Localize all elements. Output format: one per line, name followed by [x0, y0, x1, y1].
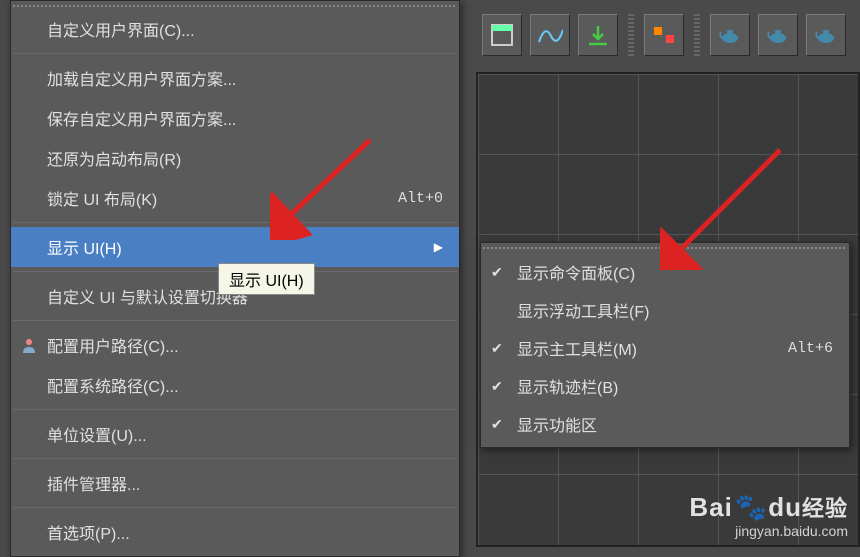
menu-separator — [13, 507, 457, 508]
sub-main-toolbar[interactable]: ✔ 显示主工具栏(M) Alt+6 — [481, 329, 849, 367]
menu-separator — [13, 320, 457, 321]
sub-command-panel[interactable]: ✔ 显示命令面板(C) — [481, 253, 849, 291]
top-toolbar — [476, 8, 852, 62]
menu-units[interactable]: 单位设置(U)... — [11, 414, 459, 454]
menu-label: 插件管理器... — [47, 471, 140, 495]
sub-label: 显示功能区 — [517, 412, 597, 436]
menu-preferences[interactable]: 首选项(P)... — [11, 512, 459, 552]
menu-load-scheme[interactable]: 加载自定义用户界面方案... — [11, 58, 459, 98]
brand-cn: 经验 — [802, 496, 848, 521]
paw-icon: 🐾 — [735, 492, 768, 523]
menu-separator — [13, 53, 457, 54]
check-icon: ✔ — [491, 416, 507, 432]
menu-system-paths[interactable]: 配置系统路径(C)... — [11, 365, 459, 405]
menu-label: 锁定 UI 布局(K) — [47, 186, 157, 210]
sub-label: 显示轨迹栏(B) — [517, 374, 618, 398]
submenu-arrow-icon: ▶ — [434, 240, 443, 254]
menu-label: 自定义用户界面(C)... — [47, 17, 195, 41]
menu-label: 还原为启动布局(R) — [47, 146, 181, 170]
show-ui-submenu: ✔ 显示命令面板(C) 显示浮动工具栏(F) ✔ 显示主工具栏(M) Alt+6 ✔ 显… — [480, 242, 850, 448]
toolbar-separator — [694, 14, 700, 56]
menu-label: 单位设置(U)... — [47, 422, 147, 446]
user-icon — [19, 335, 39, 355]
tool-teapot-2-icon[interactable] — [758, 14, 798, 56]
menu-save-scheme[interactable]: 保存自定义用户界面方案... — [11, 98, 459, 138]
menu-shortcut: Alt+0 — [398, 190, 443, 207]
menu-revert-layout[interactable]: 还原为启动布局(R) — [11, 138, 459, 178]
check-icon: ✔ — [491, 378, 507, 394]
menu-separator — [13, 409, 457, 410]
menu-label: 配置系统路径(C)... — [47, 373, 179, 397]
sub-label: 显示命令面板(C) — [517, 260, 635, 284]
sub-shortcut: Alt+6 — [788, 340, 833, 357]
brand-mid: du — [768, 492, 802, 522]
tool-align-icon[interactable] — [644, 14, 684, 56]
tool-window-icon[interactable] — [482, 14, 522, 56]
tool-curve-icon[interactable] — [530, 14, 570, 56]
sub-track-bar[interactable]: ✔ 显示轨迹栏(B) — [481, 367, 849, 405]
menu-separator — [13, 458, 457, 459]
menu-label: 加载自定义用户界面方案... — [47, 66, 236, 90]
menu-label: 首选项(P)... — [47, 520, 130, 544]
menu-label: 配置用户路径(C)... — [47, 333, 179, 357]
tool-download-icon[interactable] — [578, 14, 618, 56]
menu-show-ui[interactable]: 显示 UI(H) ▶ — [11, 227, 459, 267]
watermark-url: jingyan.baidu.com — [689, 523, 848, 539]
watermark: Bai🐾du经验 jingyan.baidu.com — [689, 491, 848, 539]
tool-teapot-3-icon[interactable] — [806, 14, 846, 56]
watermark-brand: Bai🐾du经验 — [689, 491, 848, 523]
brand-en: Bai — [689, 492, 732, 522]
menu-lock-layout[interactable]: 锁定 UI 布局(K) Alt+0 — [11, 178, 459, 218]
check-icon: ✔ — [491, 264, 507, 280]
sub-ribbon[interactable]: ✔ 显示功能区 — [481, 405, 849, 443]
tool-teapot-1-icon[interactable] — [710, 14, 750, 56]
menu-separator — [13, 222, 457, 223]
sub-label: 显示浮动工具栏(F) — [517, 298, 649, 322]
menu-label: 保存自定义用户界面方案... — [47, 106, 236, 130]
check-icon: ✔ — [491, 340, 507, 356]
toolbar-separator — [628, 14, 634, 56]
sub-floating-toolbar[interactable]: 显示浮动工具栏(F) — [481, 291, 849, 329]
menu-user-paths[interactable]: 配置用户路径(C)... — [11, 325, 459, 365]
menu-custom-ui[interactable]: 自定义用户界面(C)... — [11, 9, 459, 49]
tooltip: 显示 UI(H) — [218, 263, 315, 295]
menu-plugin-manager[interactable]: 插件管理器... — [11, 463, 459, 503]
menu-label: 显示 UI(H) — [47, 235, 122, 259]
sub-label: 显示主工具栏(M) — [517, 336, 637, 360]
